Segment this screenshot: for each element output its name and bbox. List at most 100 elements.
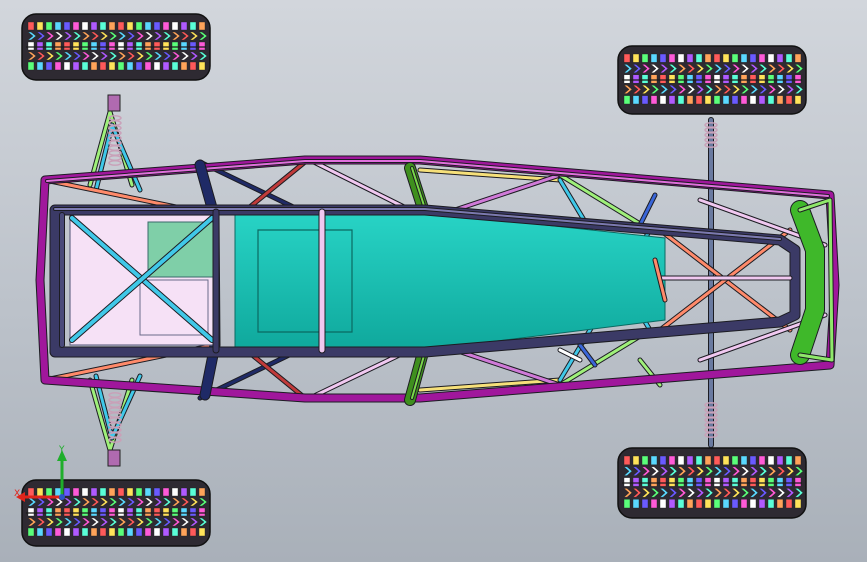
rear-right-wheel-tread-block [722,477,730,487]
front-right-wheel-tread-block [99,527,107,537]
front-left-wheel-tread-block [135,41,143,51]
front-left-wheel-tread-block [153,61,161,71]
front-left-wheel-tread-block [171,41,179,51]
rear-left-wheel-tread-block [713,74,721,84]
front-right-wheel-tread-block [198,507,206,517]
rear-right-wheel-tread-block [749,499,757,509]
rear-left-wheel [617,45,807,115]
go-kart-chassis-model[interactable]: Y X [0,0,867,562]
front-left-wheel-tread-block [36,41,44,51]
rear-right-wheel-tread-block [641,455,649,466]
front-left-wheel-tread-block [99,41,107,51]
front-right-wheel-tread-block [135,527,143,537]
rear-left-wheel-tread-block [758,74,766,84]
rear-right-wheel-tread-block [695,455,703,466]
rear-left-wheel-tread-block [740,95,748,105]
front-right-wheel-tread-block [162,507,170,517]
rear-left-wheel-tread-block [740,53,748,63]
front-right-wheel-tread-block [198,487,206,497]
rear-right-wheel-tread-block [740,455,748,466]
rear-left-wheel-tread-block [677,95,685,105]
rear-right-wheel-tread-block [632,477,640,487]
rear-right-wheel-tread-block [650,455,658,466]
rear-left-wheel-tread-block [794,53,802,63]
front-left-wheel-tread-block [90,61,98,71]
rear-left-wheel-tread-block [650,53,658,63]
front-left-wheel-tread-block [189,41,197,51]
front-left-wheel-tread-block [162,41,170,51]
rear-right-wheel-tread-block [686,477,694,487]
front-right-wheel-tread-block [189,507,197,517]
rear-left-wheel-tread-block [767,53,775,63]
rear-right-wheel-tread-block [677,499,685,509]
front-left-wheel-tread-block [99,21,107,31]
rear-left-wheel-tread-block [704,53,712,63]
front-left-wheel-tread-block [36,21,44,31]
right-upright [107,449,121,467]
front-right-wheel-tread-block [117,487,125,497]
left-front-spring-coil [108,160,122,166]
rear-right-wheel-tread-block [695,477,703,487]
rear-right-wheel-tread-block [695,499,703,509]
rear-right-wheel-tread-block [794,477,802,487]
front-right-wheel-tread-block [162,527,170,537]
front-right-wheel-tread-block [180,487,188,497]
front-right-wheel-tread-block [99,487,107,497]
rear-left-wheel-tread-block [776,95,784,105]
rear-right-wheel-tread-block [731,455,739,466]
front-right-wheel-tread-block [36,487,44,497]
front-left-wheel-tread-block [144,21,152,31]
floor-panels [69,211,666,351]
front-left-wheel-tread-block [117,21,125,31]
rear-left-wheel-tread-block [704,74,712,84]
rear-right-wheel-tread-block [740,499,748,509]
front-left-wheel-tread-block [54,21,62,31]
rear-left-wheel-tread-block [749,53,757,63]
front-left-wheel-tread-block [198,61,206,71]
front-right-wheel-tread-block [72,507,80,517]
front-left-wheel-tread-block [90,21,98,31]
rear-left-wheel-tread-block [695,95,703,105]
rear-left-wheel-tread-block [749,74,757,84]
front-left-wheel-tread-block [153,41,161,51]
rear-right-wheel-tread-block [794,455,802,466]
rear-right-wheel-tread-block [749,477,757,487]
rear-left-wheel-tread-block [641,53,649,63]
rear-left-wheel-tread-block [731,74,739,84]
front-left-wheel-tread-block [27,41,35,51]
front-left-wheel-tread-block [171,21,179,31]
front-right-wheel-tread-block [36,527,44,537]
front-right-wheel-tread-block [135,507,143,517]
rear-right-wheel-tread-block [713,499,721,509]
rear-right-wheel-tread-block [686,499,694,509]
front-left-wheel-tread-block [162,21,170,31]
rear-left-wheel-tread-block [767,95,775,105]
right-front-spring-coil [108,407,122,413]
front-right-wheel-tread-block [171,507,179,517]
rear-left-wheel-tread-block [623,74,631,84]
rear-left-wheel-tread-block [659,95,667,105]
rear-right-wheel-tread-block [659,477,667,487]
front-right-wheel-tread-block [63,487,71,497]
front-right-wheel-tread-block [144,487,152,497]
rear-right-wheel-tread-block [740,477,748,487]
front-right-wheel-tread-block [180,527,188,537]
front-left-wheel-tread-block [63,61,71,71]
rear-left-wheel-tread-block [731,53,739,63]
y-axis-label: Y [58,445,65,455]
rear-left-wheel-tread-block [767,74,775,84]
rear-right-wheel-tread-block [776,455,784,466]
front-right-wheel-tread-block [45,507,53,517]
rear-right-wheel-tread-block [704,499,712,509]
front-left-wheel-tread-block [72,21,80,31]
rear-right-wheel-tread-block [776,499,784,509]
frame-brace [308,158,412,212]
front-right-wheel-tread-block [189,487,197,497]
rear-right-wheel-tread-block [623,477,631,487]
front-right-wheel-tread-block [117,507,125,517]
right-front-spring-coil [108,397,122,403]
rear-right-wheel-tread-block [668,499,676,509]
rear-right-wheel-tread-block [668,477,676,487]
cad-graphics-viewport[interactable]: Y X [0,0,867,562]
front-right-wheel-tread-block [90,507,98,517]
